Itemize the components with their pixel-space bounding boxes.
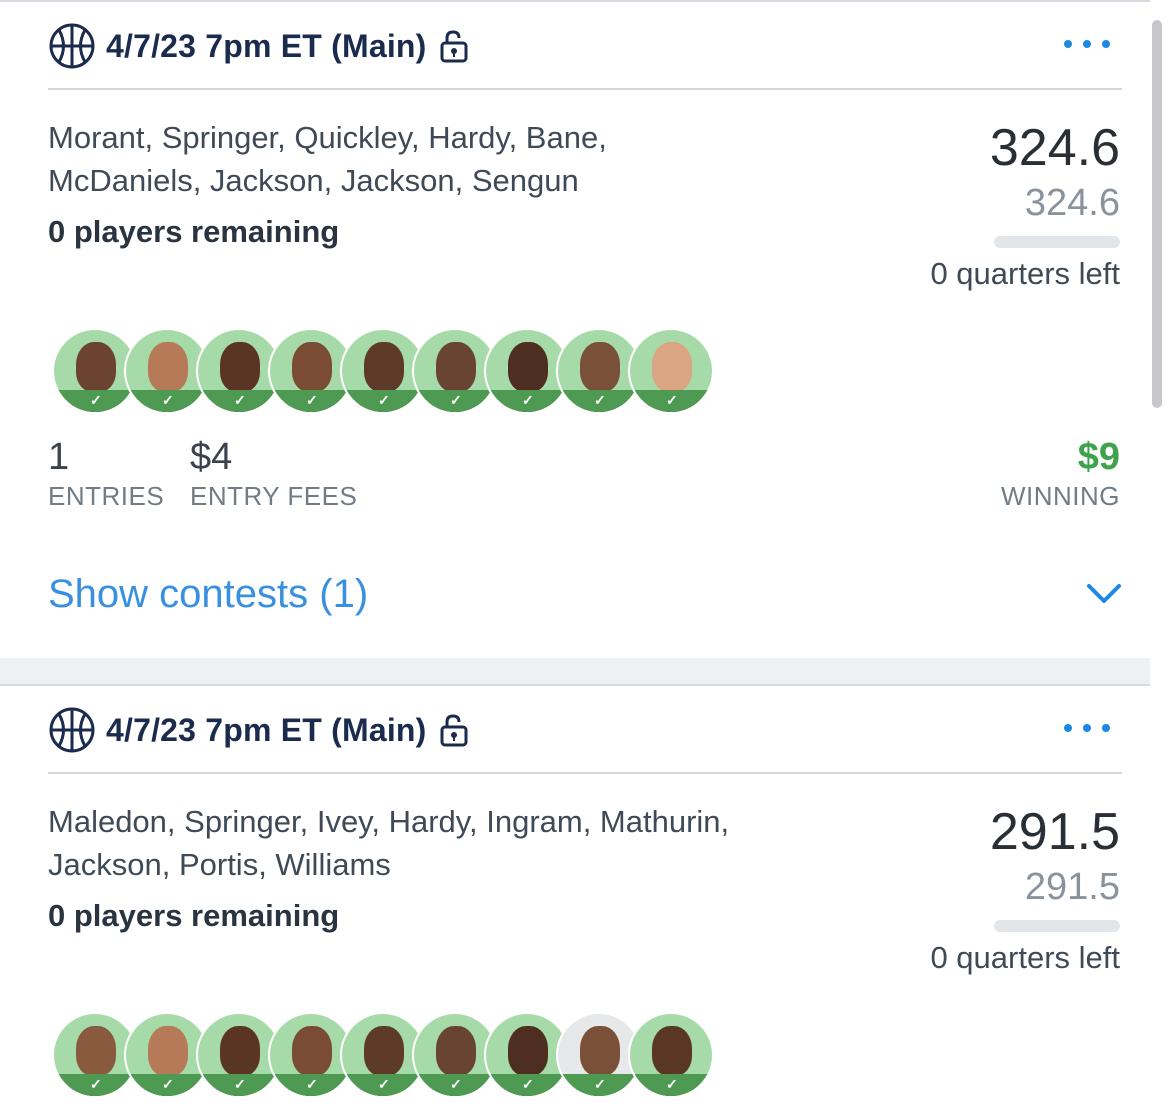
entries-stat: 1 ENTRIES: [48, 436, 164, 512]
lineup-card[interactable]: 4/7/23 7pm ET (Main) Maledon, Springer, …: [0, 684, 1150, 1106]
basketball-icon: [49, 23, 95, 69]
player-avatar[interactable]: ✓: [628, 1012, 714, 1098]
players-line: Jackson, Portis, Williams: [48, 847, 391, 882]
check-icon: ✓: [306, 392, 318, 408]
check-icon: ✓: [162, 1076, 174, 1092]
players-remaining: 0 players remaining: [48, 214, 340, 249]
players-line: Maledon, Springer, Ivey, Hardy, Ingram, …: [48, 804, 730, 839]
check-icon: ✓: [594, 392, 606, 408]
check-icon: ✓: [666, 1076, 678, 1092]
entries-label: ENTRIES: [48, 481, 165, 511]
divider: [48, 772, 1122, 774]
entry-fees-value: $4: [190, 436, 233, 478]
show-contests-link[interactable]: Show contests (1): [48, 572, 368, 617]
winning-value: $9: [1077, 436, 1120, 478]
check-icon: ✓: [306, 1076, 318, 1092]
lineup-card[interactable]: 4/7/23 7pm ET (Main) Morant, Springer, Q…: [0, 0, 1150, 660]
check-icon: ✓: [666, 392, 678, 408]
check-icon: ✓: [378, 1076, 390, 1092]
divider: [48, 88, 1122, 90]
entry-fees-stat: $4 ENTRY FEES: [190, 436, 357, 512]
check-icon: ✓: [450, 392, 462, 408]
check-icon: ✓: [234, 1076, 246, 1092]
more-options-icon[interactable]: [1064, 724, 1110, 732]
lineup-players: Maledon, Springer, Ivey, Hardy, Ingram, …: [48, 800, 848, 886]
check-icon: ✓: [450, 1076, 462, 1092]
check-icon: ✓: [234, 392, 246, 408]
winning-stat: $9 WINNING: [1001, 436, 1120, 512]
players-remaining: 0 players remaining: [48, 898, 340, 933]
check-icon: ✓: [162, 392, 174, 408]
projected-score: 324.6: [1024, 182, 1120, 224]
player-avatar[interactable]: ✓: [628, 328, 714, 414]
players-line: Morant, Springer, Quickley, Hardy, Bane,: [48, 120, 607, 155]
entries-value: 1: [48, 436, 70, 478]
check-icon: ✓: [522, 392, 534, 408]
basketball-icon: [49, 707, 95, 753]
lock-icon: [440, 30, 468, 63]
check-icon: ✓: [594, 1076, 606, 1092]
progress-bar: [994, 920, 1120, 932]
player-avatars: ✓ ✓ ✓ ✓ ✓ ✓ ✓ ✓ ✓: [52, 328, 714, 414]
player-avatars: ✓ ✓ ✓ ✓ ✓ ✓ ✓ ✓ ✓: [52, 1012, 714, 1098]
projected-score: 291.5: [1024, 866, 1120, 908]
quarters-left: 0 quarters left: [930, 256, 1120, 291]
check-icon: ✓: [522, 1076, 534, 1092]
winning-label: WINNING: [1000, 481, 1120, 511]
lineup-players: Morant, Springer, Quickley, Hardy, Bane,…: [48, 116, 848, 202]
lock-icon: [440, 714, 468, 747]
chevron-down-icon[interactable]: [1086, 580, 1122, 608]
check-icon: ✓: [90, 392, 102, 408]
contest-title: 4/7/23 7pm ET (Main): [106, 711, 427, 748]
fantasy-score: 324.6: [989, 119, 1120, 177]
more-options-icon[interactable]: [1064, 40, 1110, 48]
quarters-left: 0 quarters left: [930, 940, 1120, 975]
check-icon: ✓: [90, 1076, 102, 1092]
fantasy-score: 291.5: [989, 803, 1120, 861]
progress-bar: [994, 236, 1120, 248]
card-header: 4/7/23 7pm ET (Main): [48, 23, 469, 69]
scrollbar[interactable]: [1152, 20, 1162, 408]
card-header: 4/7/23 7pm ET (Main): [48, 707, 469, 753]
card-separator: [0, 658, 1170, 684]
players-line: McDaniels, Jackson, Jackson, Sengun: [48, 163, 579, 198]
check-icon: ✓: [378, 392, 390, 408]
entry-fees-label: ENTRY FEES: [190, 481, 358, 511]
contest-title: 4/7/23 7pm ET (Main): [106, 27, 427, 64]
